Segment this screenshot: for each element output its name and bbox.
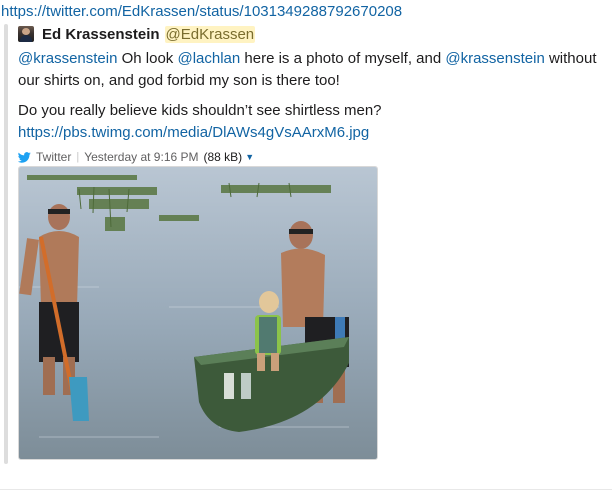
media-link[interactable]: https://pbs.twimg.com/media/DlAWs4gVsAAr… [18,124,369,141]
tweet-paragraph-1: @krassenstein Oh look @lachlan here is a… [18,48,598,92]
quote-bar [4,24,8,464]
meta-divider: | [76,151,80,163]
tweet-source: Twitter [36,150,72,164]
twitter-bird-icon [18,151,31,163]
file-size: (88 kB) [203,150,243,164]
tweet-paragraph-2: Do you really believe kids shouldn’t see… [18,100,598,144]
tweet-text-segment: Oh look [117,50,178,67]
message-divider [0,489,612,490]
tweet-attachment: Ed Krassenstein @EdKrassen @krassenstein… [18,24,598,165]
caret-down-icon[interactable]: ▼ [245,152,254,162]
tweet-status-link[interactable]: https://twitter.com/EdKrassen/status/103… [1,3,402,21]
tweet-text-segment: here is a photo of myself, and [240,50,446,67]
author-row: Ed Krassenstein @EdKrassen [18,24,598,44]
tweet-meta: Twitter | Yesterday at 9:16 PM (88 kB) ▼ [18,149,598,165]
tweet-question: Do you really believe kids shouldn’t see… [18,102,382,119]
tweet-text: @krassenstein Oh look @lachlan here is a… [18,48,598,144]
author-avatar[interactable] [18,26,34,42]
mention-krassenstein-1[interactable]: @krassenstein [18,50,117,67]
author-name[interactable]: Ed Krassenstein [42,26,160,43]
mention-lachlan[interactable]: @lachlan [177,50,240,67]
author-handle-text[interactable]: @EdKrassen [164,25,256,43]
tweet-photo-image [19,167,377,459]
author-handle[interactable]: @EdKrassen [164,25,256,43]
mention-krassenstein-2[interactable]: @krassenstein [445,50,544,67]
tweet-photo[interactable] [18,166,378,460]
tweet-timestamp[interactable]: Yesterday at 9:16 PM [84,150,198,164]
